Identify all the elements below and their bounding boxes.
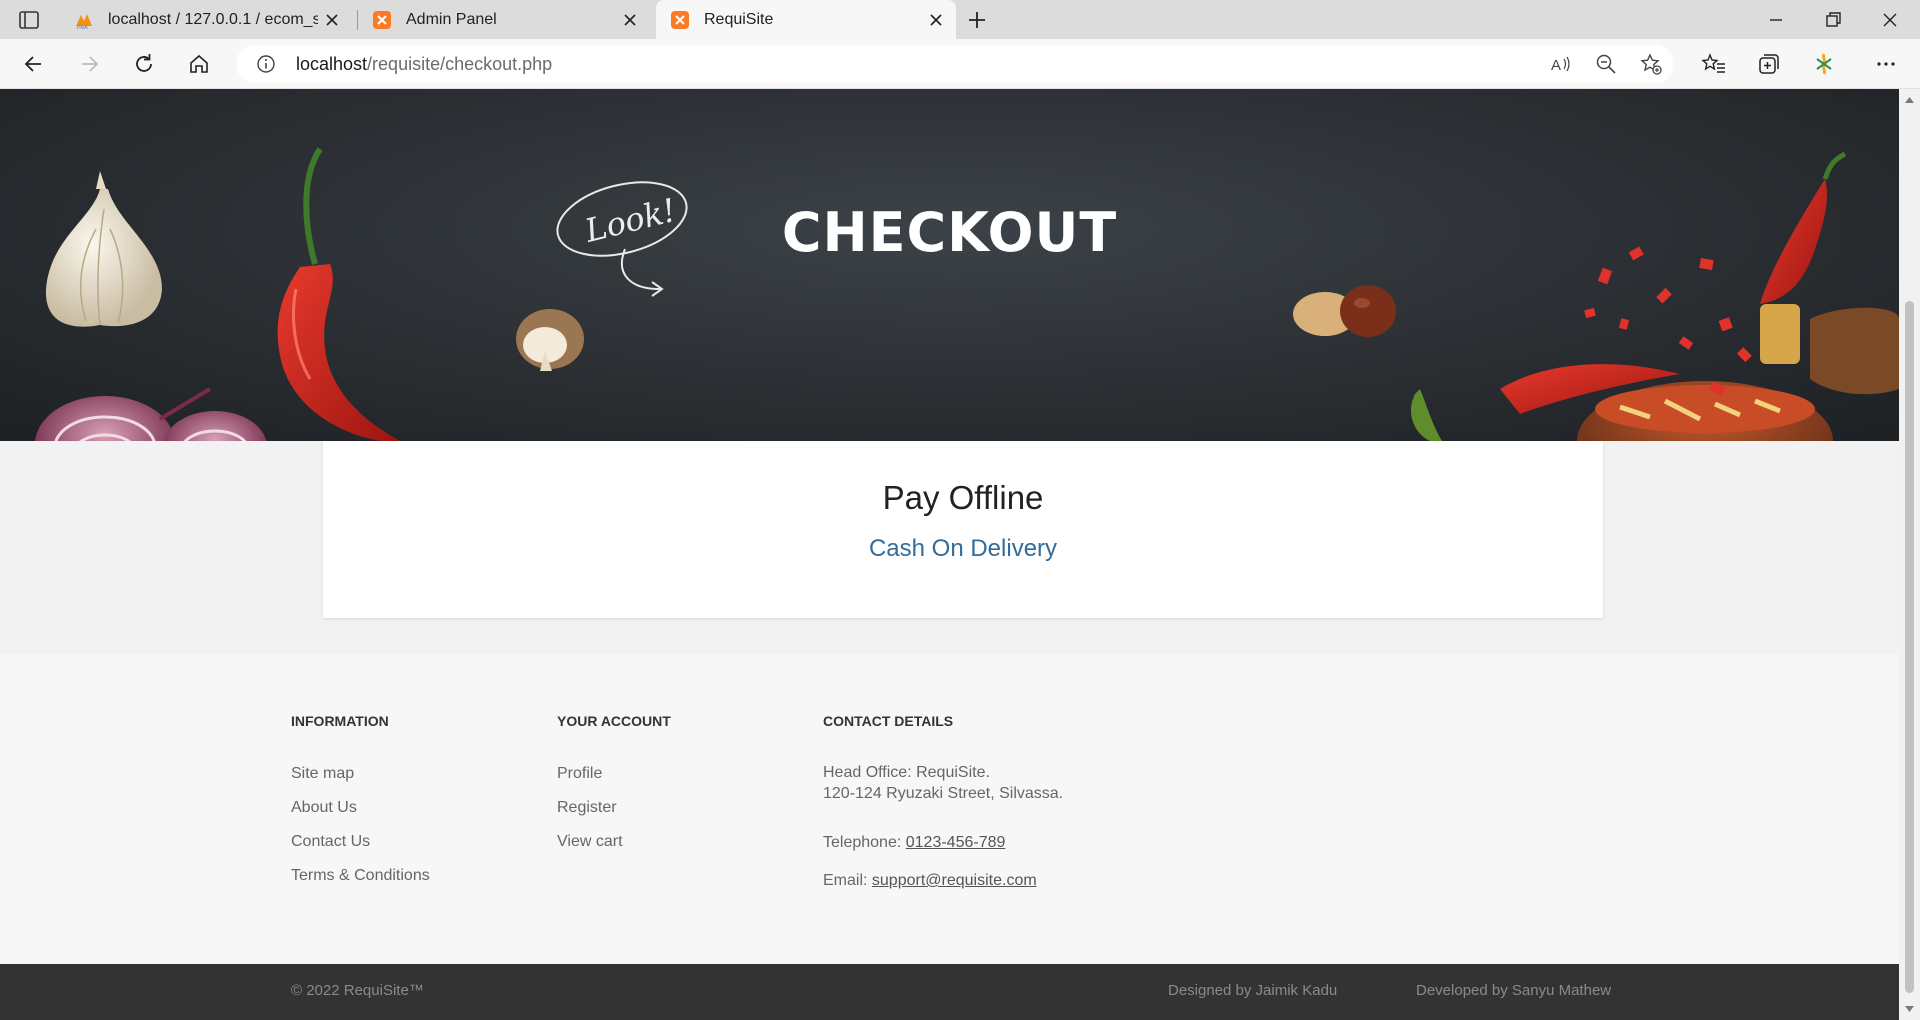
url-host: localhost (296, 54, 368, 74)
page-title: CHECKOUT (781, 201, 1118, 264)
peanut-illustration (1293, 285, 1396, 337)
office-line-2: 120-124 Ryuzaki Street, Silvassa. (823, 785, 1064, 802)
close-tab-icon[interactable] (322, 10, 342, 30)
footer-link-register[interactable]: Register (557, 799, 617, 817)
read-aloud-icon[interactable]: A (1550, 53, 1572, 75)
chili-bowl-illustration (1500, 151, 1899, 441)
developed-by-text: Developed by Sanyu Mathew (1416, 982, 1612, 999)
footer-link-about-us[interactable]: About Us (291, 799, 357, 817)
extension-icon[interactable] (1811, 51, 1837, 77)
tab-title: Admin Panel (406, 10, 497, 28)
checkout-hero-banner: Look! CHECKOUT (0, 89, 1899, 441)
forward-icon[interactable] (76, 51, 102, 77)
scroll-down-arrow-icon[interactable] (1904, 1004, 1915, 1014)
mushroom-illustration (516, 309, 584, 371)
xampp-icon (373, 10, 391, 29)
home-icon[interactable] (186, 51, 212, 77)
tab-actions-icon[interactable] (16, 8, 42, 32)
close-window-icon[interactable] (1878, 8, 1902, 32)
tab-title: RequiSite (704, 10, 774, 28)
onion-illustration (35, 387, 267, 441)
back-icon[interactable] (21, 51, 47, 77)
zoom-out-icon[interactable] (1595, 53, 1617, 75)
email-link[interactable]: support@requisite.com (872, 872, 1037, 889)
information-heading: INFORMATION (291, 713, 389, 729)
page-scrollbar[interactable] (1899, 89, 1920, 1020)
restore-icon[interactable] (1821, 8, 1845, 32)
browser-tab-bar: PMA localhost / 127.0.0.1 / ecom_store |… (0, 0, 1920, 39)
browser-toolbar: localhost/requisite/checkout.php A (0, 39, 1920, 89)
telephone-label: Telephone: (823, 834, 902, 851)
footer-credits-bar: © 2022 RequiSite™ Designed by Jaimik Kad… (0, 964, 1899, 1020)
your-account-heading: YOUR ACCOUNT (557, 713, 671, 729)
office-line-1: Head Office: RequiSite. (823, 764, 990, 781)
tab-requisite[interactable]: RequiSite (656, 0, 956, 39)
tab-admin-panel[interactable]: Admin Panel (357, 0, 650, 39)
scrollbar-thumb[interactable] (1905, 301, 1914, 993)
telephone-row: Telephone: 0123-456-789 (823, 834, 1005, 852)
phpmyadmin-icon: PMA (76, 13, 92, 30)
add-favorite-icon[interactable] (1640, 53, 1662, 75)
site-info-icon[interactable] (256, 54, 276, 74)
new-tab-icon[interactable] (964, 8, 990, 32)
xampp-icon (671, 10, 689, 29)
hero-illustration: Look! (35, 147, 1899, 441)
chili-pepper-illustration (277, 147, 400, 441)
payment-options-card: Pay Offline Cash On Delivery (323, 441, 1603, 618)
close-tab-icon[interactable] (620, 10, 640, 30)
email-row: Email: support@requisite.com (823, 872, 1037, 890)
green-chili-illustration (1410, 389, 1442, 441)
site-footer: INFORMATION Site map About Us Contact Us… (0, 654, 1899, 964)
page-viewport: Look! CHECKOUT Pay Offline Cash On Deliv… (0, 89, 1899, 1020)
contact-details-heading: CONTACT DETAILS (823, 713, 954, 729)
email-label: Email: (823, 872, 868, 889)
scroll-up-arrow-icon[interactable] (1904, 95, 1915, 105)
telephone-link[interactable]: 0123-456-789 (906, 834, 1006, 851)
more-options-icon[interactable] (1873, 51, 1899, 77)
url-text: localhost/requisite/checkout.php (296, 54, 552, 75)
designed-by-text: Designed by Jaimik Kadu (1168, 982, 1338, 999)
address-bar[interactable]: localhost/requisite/checkout.php A (236, 45, 1674, 83)
tab-title: localhost / 127.0.0.1 / ecom_store | p (108, 10, 318, 28)
svg-text:A: A (1551, 57, 1561, 74)
url-path: /requisite/checkout.php (367, 54, 553, 74)
cash-on-delivery-link[interactable]: Cash On Delivery (323, 535, 1603, 563)
footer-link-terms[interactable]: Terms & Conditions (291, 867, 430, 885)
close-tab-icon[interactable] (926, 10, 946, 30)
footer-link-site-map[interactable]: Site map (291, 765, 354, 783)
copyright-text: © 2022 RequiSite™ (291, 982, 424, 999)
footer-link-profile[interactable]: Profile (557, 765, 602, 783)
minimize-icon[interactable] (1764, 8, 1788, 32)
footer-link-view-cart[interactable]: View cart (557, 833, 623, 851)
footer-link-contact-us[interactable]: Contact Us (291, 833, 370, 851)
payment-heading: Pay Offline (882, 479, 1044, 516)
tab-phpmyadmin[interactable]: PMA localhost / 127.0.0.1 / ecom_store |… (60, 0, 352, 39)
favorites-icon[interactable] (1701, 51, 1727, 77)
collections-icon[interactable] (1756, 51, 1782, 77)
svg-text:PMA: PMA (77, 25, 89, 30)
refresh-icon[interactable] (131, 51, 157, 77)
